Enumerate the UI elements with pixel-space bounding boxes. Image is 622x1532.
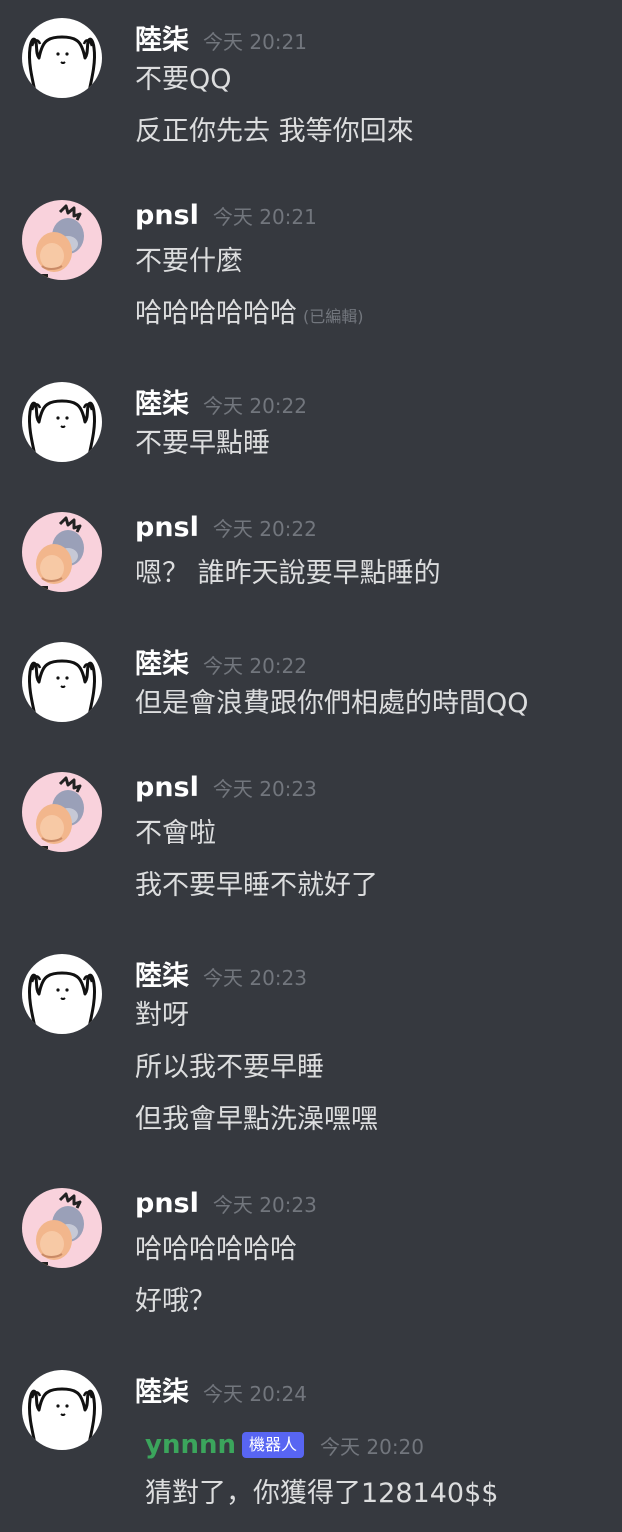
message-header: 陸柒 今天 20:22	[135, 382, 307, 422]
message-text: 不要什麼	[135, 246, 243, 277]
doodle-person-arms-up-icon	[22, 18, 102, 98]
bot-username[interactable]: ynnnn	[145, 1430, 236, 1460]
username[interactable]: pnsl	[135, 200, 199, 231]
message-text: 但我會早點洗澡嘿嘿	[135, 1104, 378, 1135]
avatar[interactable]	[22, 772, 102, 852]
message-header: 陸柒 今天 20:23	[135, 954, 307, 994]
username[interactable]: 陸柒	[135, 25, 189, 56]
avatar[interactable]	[22, 18, 102, 98]
timestamp: 今天 20:23	[203, 966, 307, 990]
avatar[interactable]	[22, 1188, 102, 1268]
message-text: 嗯？ 誰昨天說要早點睡的	[135, 558, 441, 589]
bot-badge: 機器人	[242, 1432, 305, 1458]
message-header: pnsl 今天 20:22	[135, 512, 317, 552]
timestamp: 今天 20:22	[203, 654, 307, 678]
message-header: 陸柒 今天 20:21	[135, 18, 307, 58]
eeyore-donkey-icon	[22, 772, 102, 852]
message-header: 陸柒 今天 20:24	[135, 1370, 307, 1410]
message-text: 不要早點睡	[135, 428, 270, 459]
message-text: 所以我不要早睡	[135, 1052, 324, 1083]
message-header: pnsl 今天 20:21	[135, 200, 317, 240]
message-text: 我不要早睡不就好了	[135, 870, 378, 901]
username[interactable]: 陸柒	[135, 961, 189, 992]
bot-reply-header: ynnnn 機器人 今天 20:20	[145, 1430, 424, 1460]
message-line: 哈哈哈哈哈哈 (已編輯)	[135, 294, 364, 337]
username[interactable]: pnsl	[135, 1188, 199, 1219]
timestamp: 今天 20:21	[203, 30, 307, 54]
timestamp: 今天 20:23	[212, 1193, 317, 1217]
message-text: 不會啦	[135, 818, 216, 849]
message-header: pnsl 今天 20:23	[135, 772, 317, 812]
avatar[interactable]	[22, 382, 102, 462]
username[interactable]: 陸柒	[135, 1377, 189, 1408]
username[interactable]: 陸柒	[135, 389, 189, 420]
message-text: 好哦？	[135, 1286, 216, 1317]
bot-reply-text: 猜對了，你獲得了128140$$	[145, 1478, 499, 1509]
avatar[interactable]	[22, 642, 102, 722]
avatar[interactable]	[22, 1370, 102, 1450]
username[interactable]: 陸柒	[135, 649, 189, 680]
doodle-person-arms-up-icon	[22, 954, 102, 1034]
timestamp: 今天 20:22	[203, 394, 307, 418]
doodle-person-arms-up-icon	[22, 1370, 102, 1450]
eeyore-donkey-icon	[22, 1188, 102, 1268]
eeyore-donkey-icon	[22, 200, 102, 280]
timestamp: 今天 20:24	[203, 1382, 307, 1406]
timestamp: 今天 20:20	[320, 1434, 425, 1459]
doodle-person-arms-up-icon	[22, 642, 102, 722]
message-header: pnsl 今天 20:23	[135, 1188, 317, 1228]
message-text: 哈哈哈哈哈哈	[135, 1234, 297, 1265]
doodle-person-arms-up-icon	[22, 382, 102, 462]
username[interactable]: pnsl	[135, 512, 199, 543]
timestamp: 今天 20:21	[212, 205, 317, 229]
message-text: 對呀	[135, 1000, 189, 1031]
avatar[interactable]	[22, 512, 102, 592]
message-header: 陸柒 今天 20:22	[135, 642, 307, 682]
message-text: 哈哈哈哈哈哈	[135, 298, 297, 329]
message-text: 反正你先去 我等你回來	[135, 116, 414, 147]
message-text: 但是會浪費跟你們相處的時間QQ	[135, 688, 529, 719]
edited-label: (已編輯)	[303, 307, 364, 326]
username[interactable]: pnsl	[135, 772, 199, 803]
avatar[interactable]	[22, 200, 102, 280]
eeyore-donkey-icon	[22, 512, 102, 592]
timestamp: 今天 20:23	[212, 777, 317, 801]
timestamp: 今天 20:22	[212, 517, 317, 541]
message-text: 不要QQ	[135, 64, 232, 95]
avatar[interactable]	[22, 954, 102, 1034]
